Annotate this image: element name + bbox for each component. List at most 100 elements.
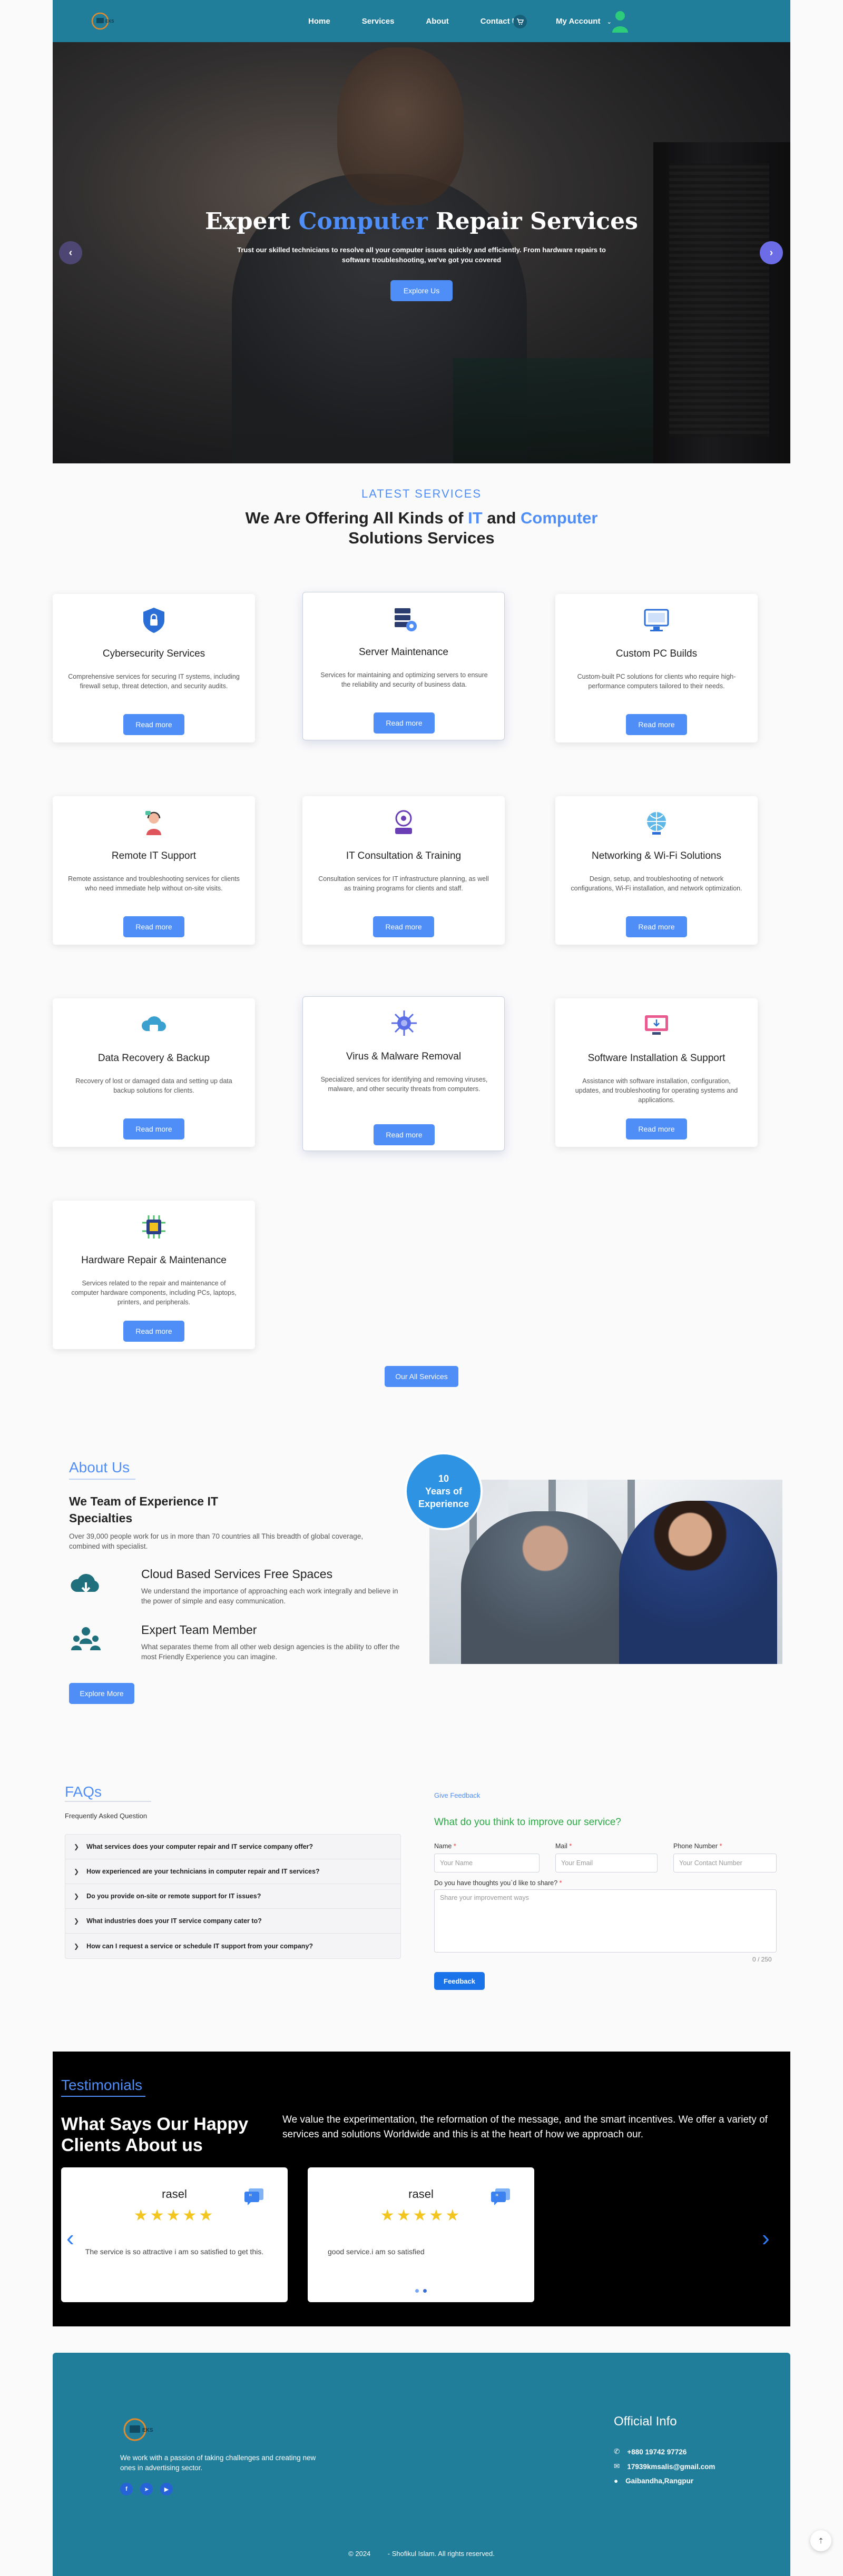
service-desc: Assistance with software installation, c… xyxy=(575,1077,738,1104)
review-text: The service is so attractive i am so sat… xyxy=(85,2247,264,2256)
company-logo[interactable]: EKS xyxy=(90,7,117,35)
read-more-button[interactable]: Read more xyxy=(123,916,184,937)
mail-icon: ✉ xyxy=(614,2462,620,2470)
service-desc: Custom-built PC solutions for clients wh… xyxy=(577,673,736,690)
hero-subtitle: Trust our skilled technicians to resolve… xyxy=(237,246,606,264)
scroll-to-top-button[interactable]: ⇡ xyxy=(810,2530,831,2551)
service-desc: Design, setup, and troubleshooting of ne… xyxy=(571,875,742,892)
testimonial-next-button[interactable]: › xyxy=(762,2225,770,2252)
footer-email[interactable]: ✉ 17939kmsalis@gmail.com xyxy=(614,2462,715,2471)
faq-question[interactable]: ❯ How can I request a service or schedule… xyxy=(65,1934,400,1958)
carousel-dot-active[interactable] xyxy=(423,2289,427,2293)
read-more-button[interactable]: Read more xyxy=(626,1118,687,1140)
feature-title: Expert Team Member xyxy=(141,1623,257,1637)
faq-question[interactable]: ❯ What services does your computer repair… xyxy=(65,1835,400,1859)
user-avatar-icon[interactable] xyxy=(611,9,629,33)
thoughts-label: Do you have thoughts you`d like to share… xyxy=(434,1879,562,1887)
telegram-icon[interactable]: ➤ xyxy=(140,2483,153,2495)
explore-more-button[interactable]: Explore More xyxy=(69,1683,134,1704)
hero-banner: Expert Computer Repair Services Trust ou… xyxy=(53,42,790,463)
service-title: Remote IT Support xyxy=(111,850,197,861)
virus-icon xyxy=(391,1010,417,1036)
chevron-left-icon: ‹ xyxy=(68,246,73,259)
service-desc: Services related to the repair and maint… xyxy=(71,1280,237,1306)
service-title: Custom PC Builds xyxy=(615,648,698,659)
team-icon xyxy=(71,1627,101,1650)
faq-question[interactable]: ❯ What industries does your IT service co… xyxy=(65,1909,400,1934)
cloud-backup-icon xyxy=(141,1016,166,1031)
chevron-right-icon: ❯ xyxy=(74,1843,80,1850)
read-more-button[interactable]: Read more xyxy=(626,714,687,735)
service-card[interactable]: Networking & Wi-Fi Solutions Design, set… xyxy=(555,796,758,945)
network-globe-icon xyxy=(647,812,666,835)
carousel-dot[interactable] xyxy=(415,2289,419,2293)
name-label: Name * xyxy=(434,1842,456,1850)
svg-text:EKS: EKS xyxy=(105,19,114,24)
carousel-dots xyxy=(415,2289,427,2293)
facebook-icon[interactable]: f xyxy=(120,2483,133,2495)
service-title: Virus & Malware Removal xyxy=(346,1051,462,1062)
feedback-title: What do you think to improve our service… xyxy=(434,1817,621,1828)
service-desc: Consultation services for IT infrastruct… xyxy=(318,875,489,892)
service-desc: Specialized services for identifying and… xyxy=(320,1076,488,1093)
nav-about[interactable]: About xyxy=(426,17,448,26)
read-more-button[interactable]: Read more xyxy=(373,916,434,937)
read-more-button[interactable]: Read more xyxy=(123,1321,184,1342)
support-agent-icon xyxy=(145,811,161,835)
consultation-icon xyxy=(395,810,412,834)
name-input[interactable]: Your Name xyxy=(434,1854,540,1872)
navbar: EKS Home Services About Contact Us My Ac… xyxy=(53,0,790,42)
cart-button[interactable] xyxy=(513,15,527,28)
service-card[interactable]: Software Installation & Support Assistan… xyxy=(555,998,758,1147)
slider-next-button[interactable]: › xyxy=(760,241,783,264)
read-more-button[interactable]: Read more xyxy=(374,712,435,734)
read-more-button[interactable]: Read more xyxy=(123,714,184,735)
nav-services[interactable]: Services xyxy=(362,17,395,26)
faq-question[interactable]: ❯ How experienced are your technicians in… xyxy=(65,1859,400,1884)
feedback-kicker: Give Feedback xyxy=(434,1791,481,1799)
all-services-button[interactable]: Our All Services xyxy=(385,1366,458,1387)
slider-prev-button[interactable]: ‹ xyxy=(59,241,82,264)
email-input[interactable]: Your Email xyxy=(555,1854,658,1872)
services-title: We Are Offering All Kinds of IT and Comp… xyxy=(245,509,598,547)
nav-home[interactable]: Home xyxy=(308,17,330,26)
thoughts-textarea[interactable]: Share your improvement ways xyxy=(434,1889,777,1953)
service-card[interactable]: IT Consultation & Training Consultation … xyxy=(302,796,505,945)
service-card[interactable]: Virus & Malware Removal Specialized serv… xyxy=(302,996,505,1151)
read-more-button[interactable]: Read more xyxy=(123,1118,184,1140)
footer-phone[interactable]: ✆ +880 19742 97726 xyxy=(614,2448,687,2456)
pc-monitor-icon xyxy=(644,609,669,631)
footer-logo[interactable]: EKS xyxy=(120,2411,157,2448)
service-card[interactable]: Server Maintenance Services for maintain… xyxy=(302,592,505,740)
service-desc: Services for maintaining and optimizing … xyxy=(320,671,488,688)
service-title: Hardware Repair & Maintenance xyxy=(81,1255,227,1266)
service-desc: Remote assistance and troubleshooting se… xyxy=(68,875,240,892)
service-title: Software Installation & Support xyxy=(587,1053,726,1064)
my-account-menu[interactable]: My Account ⌄ xyxy=(556,17,612,26)
feature-desc: We understand the importance of approach… xyxy=(141,1587,398,1605)
divider xyxy=(65,1801,151,1802)
footer-address: ● Gaibandha,Rangpur xyxy=(614,2477,694,2485)
feedback-submit-button[interactable]: Feedback xyxy=(434,1972,485,1990)
cloud-download-icon xyxy=(71,1574,99,1593)
service-card[interactable]: Cybersecurity Services Comprehensive ser… xyxy=(53,594,255,742)
chevron-right-icon: ❯ xyxy=(74,1942,80,1950)
phone-input[interactable]: Your Contact Number xyxy=(673,1854,777,1872)
service-title: Networking & Wi-Fi Solutions xyxy=(591,850,722,861)
read-more-button[interactable]: Read more xyxy=(374,1124,435,1145)
explore-us-button[interactable]: Explore Us xyxy=(390,280,453,301)
read-more-button[interactable]: Read more xyxy=(626,916,687,937)
service-card[interactable]: Data Recovery & Backup Recovery of lost … xyxy=(53,998,255,1147)
testimonial-prev-button[interactable]: ‹ xyxy=(66,2225,74,2252)
hero-title: Expert Computer Repair Services xyxy=(205,208,638,235)
service-card[interactable]: Custom PC Builds Custom-built PC solutio… xyxy=(555,594,758,742)
youtube-icon[interactable]: ▶ xyxy=(160,2483,173,2495)
service-card[interactable]: Hardware Repair & Maintenance Services r… xyxy=(53,1201,255,1349)
chevron-right-icon: ❯ xyxy=(74,1893,80,1900)
chevron-right-icon: › xyxy=(762,2225,770,2251)
chip-icon xyxy=(142,1215,165,1239)
service-card[interactable]: Remote IT Support Remote assistance and … xyxy=(53,796,255,945)
testimonials-text: We value the experimentation, the reform… xyxy=(282,2114,768,2140)
faq-accordion: ❯ What services does your computer repair… xyxy=(65,1834,401,1959)
faq-question[interactable]: ❯ Do you provide on-site or remote suppor… xyxy=(65,1884,400,1909)
